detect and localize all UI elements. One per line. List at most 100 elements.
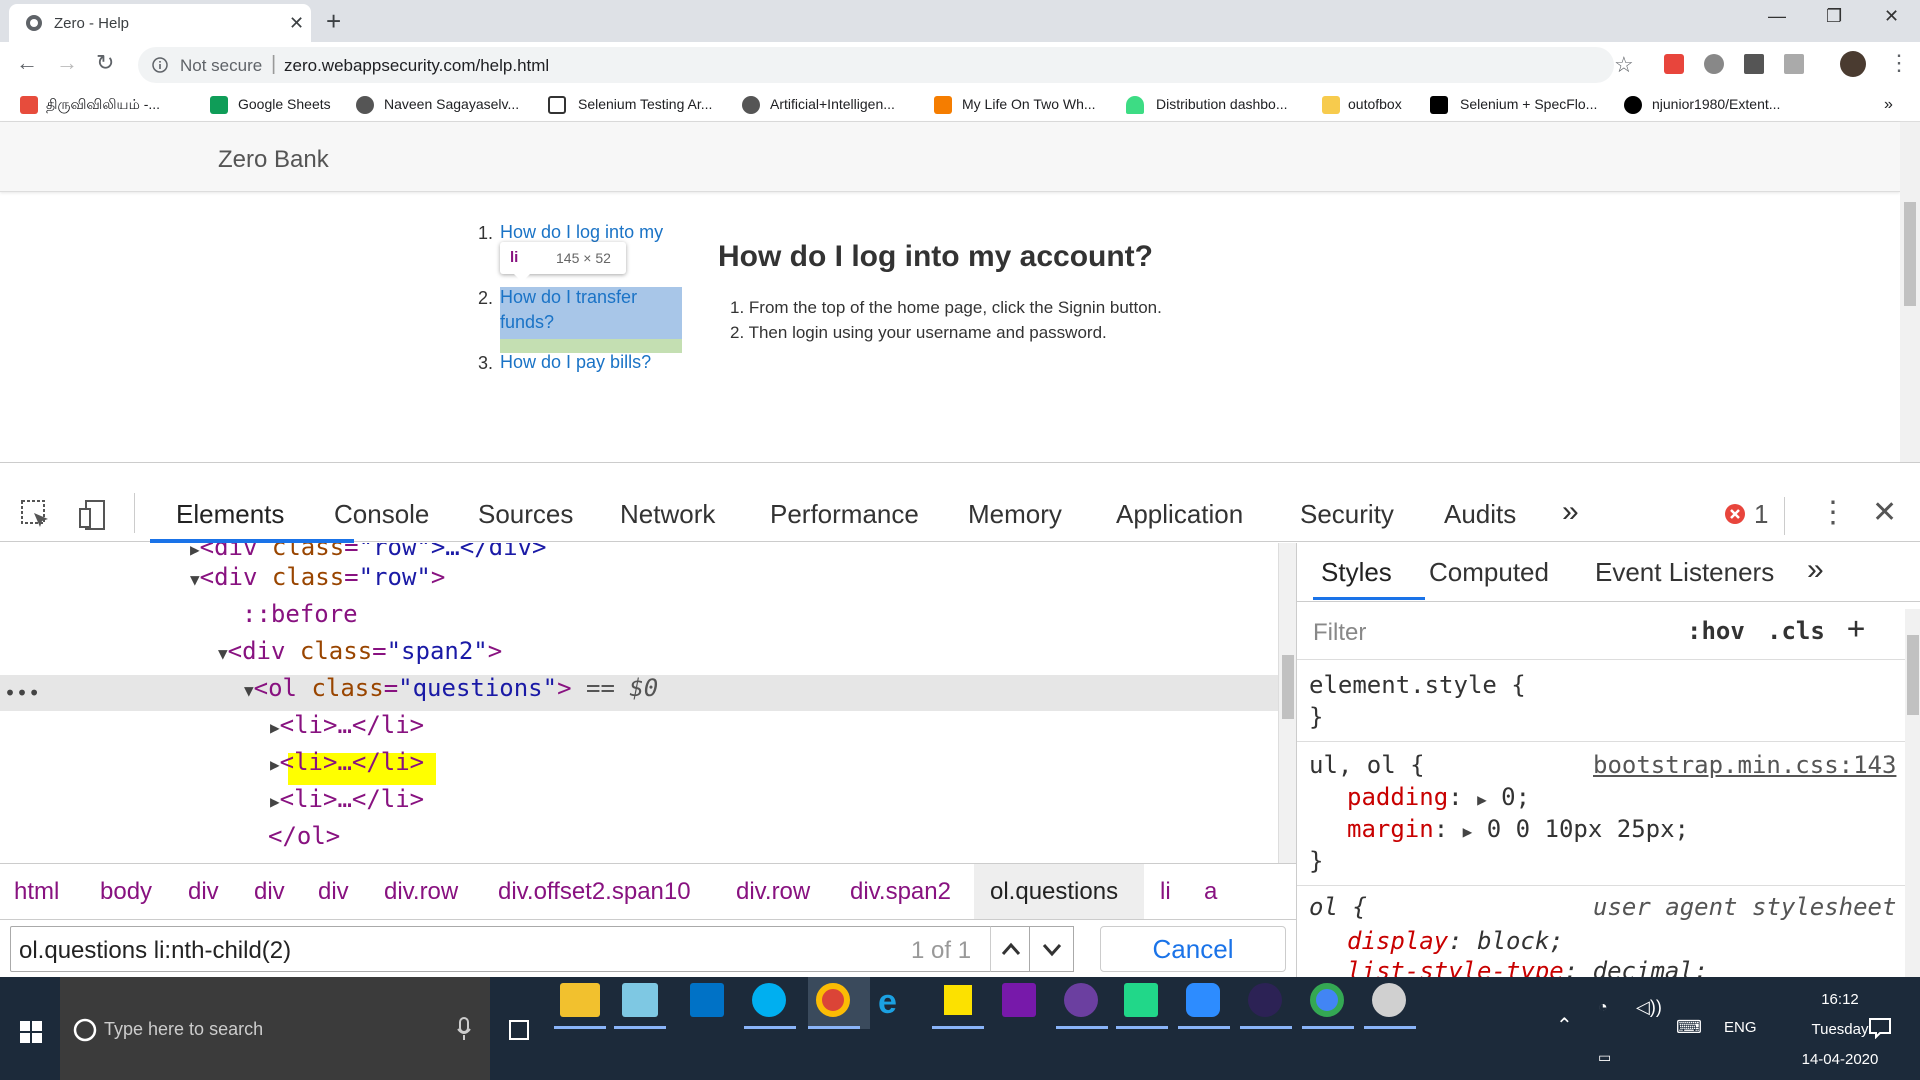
expand-triangle-icon[interactable]: ▶ (1477, 790, 1487, 809)
crumb-li[interactable]: li (1160, 878, 1171, 906)
question-link-2[interactable]: How do I transfer (500, 285, 637, 310)
minimize-icon[interactable]: — (1768, 6, 1786, 27)
tab-computed[interactable]: Computed (1429, 557, 1549, 588)
inspect-element-icon[interactable] (20, 499, 52, 531)
bookmark-item[interactable]: outofbox (1348, 96, 1402, 112)
eclipse-icon[interactable] (1064, 983, 1098, 1017)
browser-tab[interactable]: Zero - Help ✕ (9, 4, 311, 42)
reload-icon[interactable]: ↻ (96, 50, 114, 76)
tab-event-listeners[interactable]: Event Listeners (1595, 557, 1774, 588)
page-scrollbar[interactable] (1900, 122, 1920, 462)
clock-time[interactable]: 16:12 (1790, 991, 1890, 1008)
skype-icon[interactable] (752, 983, 786, 1017)
browser-menu-icon[interactable]: ⋮ (1888, 50, 1910, 76)
crumb-html[interactable]: html (14, 878, 59, 906)
bookmark-item[interactable]: திருவிவிலியம் -... (46, 96, 160, 115)
notification-center-icon[interactable] (1868, 1017, 1892, 1039)
styles-filter-input[interactable]: Filter (1309, 611, 1669, 651)
new-tab-icon[interactable]: + (326, 6, 341, 37)
expand-triangle-icon[interactable]: ▶ (270, 792, 280, 811)
bookmark-item[interactable]: Artificial+Intelligen... (770, 96, 895, 112)
devtools-menu-icon[interactable]: ⋮ (1818, 495, 1848, 530)
microphone-icon[interactable] (456, 1017, 472, 1041)
search-prev-button[interactable] (990, 926, 1030, 972)
dom-node-li-2[interactable]: ▶<li>…</li> (270, 748, 424, 776)
dom-node-ol-close[interactable]: </ol> (268, 822, 340, 850)
zoom-icon[interactable] (1186, 983, 1220, 1017)
collapse-triangle-icon[interactable]: ▼ (244, 681, 254, 700)
window-close-icon[interactable]: ✕ (1884, 6, 1899, 27)
onenote-icon[interactable] (1002, 983, 1036, 1017)
internet-explorer-icon[interactable]: e (878, 983, 912, 1021)
bookmark-item[interactable]: Selenium + SpecFlo... (1460, 96, 1597, 112)
dom-node-li-1[interactable]: ▶<li>…</li> (270, 711, 424, 739)
element-style-selector[interactable]: element.style { (1309, 671, 1526, 699)
bookmark-item[interactable]: Google Sheets (238, 96, 331, 112)
hov-toggle[interactable]: :hov (1687, 617, 1745, 645)
error-icon[interactable] (1724, 503, 1746, 525)
page-scrollbar-thumb[interactable] (1904, 202, 1916, 306)
bookmark-item[interactable]: njunior1980/Extent... (1652, 96, 1780, 112)
collapse-triangle-icon[interactable]: ▼ (218, 644, 228, 663)
dom-search-input[interactable]: ol.questions li:nth-child(2) 1 of 1 (10, 926, 1024, 972)
cancel-search-button[interactable]: Cancel (1100, 926, 1286, 972)
tab-memory[interactable]: Memory (968, 499, 1062, 530)
pycharm-icon[interactable] (1124, 983, 1158, 1017)
more-tabs-icon[interactable]: » (1562, 495, 1579, 529)
dom-node-div-row-collapsed[interactable]: ▶<div class="row">…</div> (190, 543, 546, 561)
expand-triangle-icon[interactable]: ▶ (270, 718, 280, 737)
clock-date[interactable]: 14-04-2020 (1772, 1051, 1908, 1068)
language-indicator[interactable]: ENG (1724, 1019, 1757, 1036)
dom-node-before[interactable]: ::before (242, 600, 358, 628)
rule2-selector[interactable]: ol { (1309, 893, 1367, 921)
maximize-icon[interactable]: ❐ (1826, 6, 1842, 27)
crumb-ol-questions[interactable]: ol.questions (990, 878, 1118, 906)
crumb-div-span2[interactable]: div.span2 (850, 878, 951, 906)
crumb-a[interactable]: a (1204, 878, 1217, 906)
bookmark-item[interactable]: Selenium Testing Ar... (578, 96, 712, 112)
close-devtools-icon[interactable]: ✕ (1872, 495, 1897, 530)
tab-console[interactable]: Console (334, 499, 429, 530)
tab-performance[interactable]: Performance (770, 499, 919, 530)
address-bar[interactable]: Not secure | zero.webappsecurity.com/hel… (138, 47, 1634, 83)
rule1-selector[interactable]: ul, ol { (1309, 751, 1425, 779)
app-icon-notes[interactable] (622, 983, 658, 1017)
rule1-prop-padding[interactable]: padding: ▶ 0; (1347, 783, 1530, 811)
more-style-tabs-icon[interactable]: » (1807, 553, 1824, 587)
crumb-div[interactable]: div (254, 878, 285, 906)
elements-scrollbar[interactable] (1278, 543, 1296, 863)
extension-icon-4[interactable] (1784, 54, 1804, 74)
extension-icon-2[interactable] (1704, 54, 1724, 74)
tab-elements[interactable]: Elements (176, 499, 284, 530)
volume-icon[interactable]: ◁)) (1636, 997, 1662, 1018)
dom-node-ol-questions[interactable]: ▼<ol class="questions"> == $0 (244, 674, 658, 702)
crumb-div[interactable]: div (188, 878, 219, 906)
sticky-notes-icon[interactable] (944, 985, 972, 1015)
rule1-prop-margin[interactable]: margin: ▶ 0 0 10px 25px; (1347, 815, 1689, 843)
more-bookmarks-icon[interactable]: » (1884, 96, 1893, 114)
qr-code-icon[interactable] (1744, 54, 1764, 74)
chrome-icon[interactable] (816, 983, 850, 1017)
cls-toggle[interactable]: .cls (1767, 617, 1825, 645)
expand-triangle-icon[interactable]: ▶ (270, 755, 280, 774)
crumb-div[interactable]: div (318, 878, 349, 906)
tab-security[interactable]: Security (1300, 499, 1394, 530)
tab-network[interactable]: Network (620, 499, 715, 530)
crumb-body[interactable]: body (100, 878, 152, 906)
collapse-triangle-icon[interactable]: ▼ (190, 570, 200, 589)
elements-scrollbar-thumb[interactable] (1282, 655, 1294, 719)
question-link-2-cont[interactable]: funds? (500, 310, 554, 335)
eclipse-ide-icon[interactable] (1248, 983, 1282, 1017)
profile-avatar[interactable] (1840, 51, 1866, 77)
error-count[interactable]: 1 (1754, 499, 1768, 530)
crumb-div-row[interactable]: div.row (384, 878, 458, 906)
back-icon[interactable]: ← (16, 50, 38, 76)
tab-styles[interactable]: Styles (1321, 557, 1392, 588)
wifi-icon[interactable]: ◔ (1598, 999, 1608, 1017)
chrome-icon-2[interactable] (1310, 983, 1344, 1017)
device-toolbar-icon[interactable] (78, 499, 110, 531)
battery-icon[interactable]: ▭ (1598, 1049, 1611, 1066)
question-link-3[interactable]: How do I pay bills? (500, 350, 651, 375)
styles-scrollbar-thumb[interactable] (1907, 635, 1919, 715)
bookmark-star-icon[interactable]: ☆ (1614, 52, 1634, 78)
